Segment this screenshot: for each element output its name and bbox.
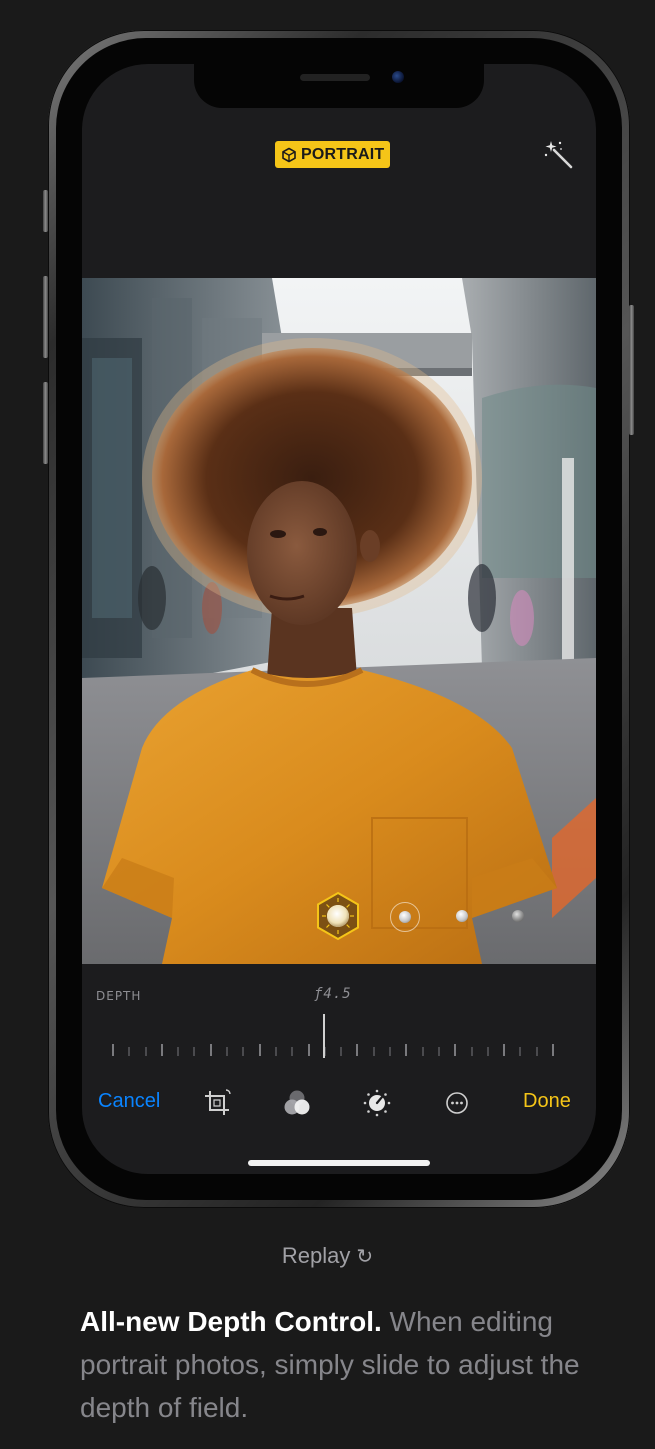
depth-slider-tick [210,1044,212,1056]
portrait-mode-badge[interactable]: PORTRAIT [275,141,391,168]
depth-slider-tick [275,1047,277,1056]
depth-slider-tick [145,1047,147,1056]
contour-light-option[interactable] [448,902,476,930]
feature-caption: All-new Depth Control. When editing port… [80,1300,620,1429]
stage-light-option[interactable] [504,902,532,930]
cancel-button[interactable]: Cancel [98,1090,160,1113]
earpiece-speaker [300,74,370,81]
depth-slider-tick [340,1047,342,1056]
depth-slider-tick [308,1044,310,1056]
depth-label: DEPTH [96,989,142,1003]
volume-up-button [43,276,48,358]
replay-icon: ↻ [356,1246,374,1268]
adjust-icon[interactable] [362,1088,392,1118]
depth-slider-tick [503,1044,505,1056]
filters-icon[interactable] [282,1088,312,1118]
depth-slider-tick [112,1044,114,1056]
depth-slider-tick [552,1044,554,1056]
depth-slider-tick [356,1044,358,1056]
depth-slider-tick [405,1044,407,1056]
natural-light-option[interactable] [312,890,364,942]
depth-slider-tick [471,1047,473,1056]
depth-slider-tick [389,1047,391,1056]
depth-slider-tick [291,1047,293,1056]
depth-slider-tick [177,1047,179,1056]
contour-light-icon [456,910,468,922]
depth-slider-tick [519,1047,521,1056]
depth-slider[interactable] [112,1014,554,1058]
lighting-selector[interactable] [306,888,596,948]
depth-slider-tick [128,1047,130,1056]
portrait-mode-label: PORTRAIT [301,145,385,163]
fstop-value: ƒ4.5 [314,986,352,1002]
replay-label: Replay [281,1243,351,1268]
studio-light-icon [399,911,411,923]
side-button [629,305,634,435]
depth-slider-tick [373,1047,375,1056]
cube-icon [281,147,297,163]
depth-slider-indicator[interactable] [323,1014,325,1058]
depth-slider-tick [454,1044,456,1056]
front-camera [392,71,404,83]
portrait-photo [82,278,596,964]
crop-icon[interactable] [202,1088,232,1118]
studio-light-option[interactable] [390,902,420,932]
replay-button[interactable]: Replay ↻ [0,1243,655,1269]
volume-down-button [43,382,48,464]
page: PORTRAIT DEPTH ƒ4.5 Cancel Done Replay ↻… [0,0,655,1449]
depth-slider-tick [438,1047,440,1056]
depth-slider-tick [242,1047,244,1056]
depth-slider-tick [226,1047,228,1056]
edit-toolbar: Cancel Done [82,1084,596,1124]
depth-slider-tick [259,1044,261,1056]
home-indicator[interactable] [248,1160,430,1166]
depth-slider-tick [193,1047,195,1056]
done-button[interactable]: Done [523,1090,571,1113]
stage-light-icon [512,910,524,922]
depth-slider-tick [422,1047,424,1056]
more-icon[interactable] [442,1088,472,1118]
depth-slider-tick [161,1044,163,1056]
silent-switch [43,190,48,232]
depth-slider-tick [536,1047,538,1056]
caption-headline: All-new Depth Control. [80,1306,382,1337]
phone-screen: PORTRAIT DEPTH ƒ4.5 Cancel Done [82,64,596,1174]
depth-slider-tick [487,1047,489,1056]
magic-wand-icon[interactable] [542,138,576,172]
notch [194,64,484,108]
